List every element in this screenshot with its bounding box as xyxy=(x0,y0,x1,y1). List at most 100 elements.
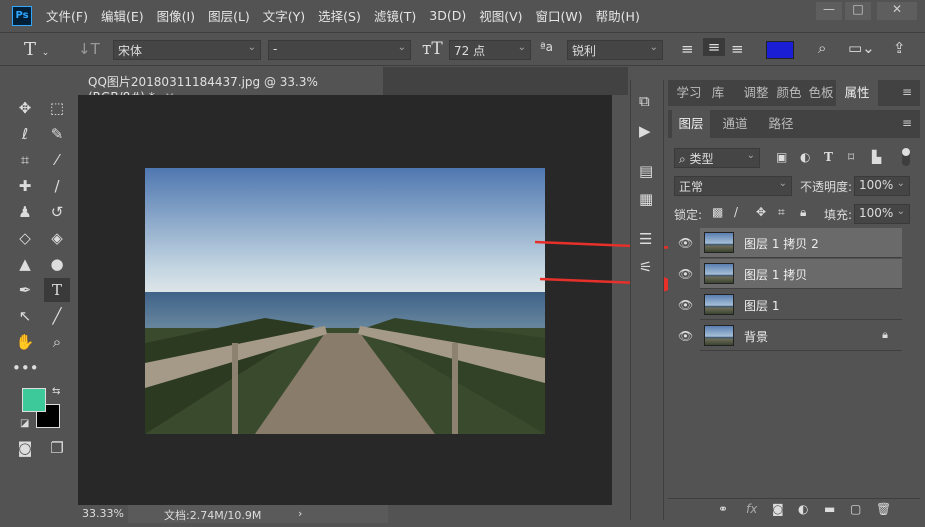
align-right-icon[interactable]: ≡ xyxy=(731,40,744,58)
chevron-right-icon[interactable]: › xyxy=(298,507,302,520)
tab-libraries[interactable]: 库 xyxy=(706,80,730,106)
menu-window[interactable]: 窗口(W) xyxy=(536,6,583,25)
tab-layers[interactable]: 图层 xyxy=(672,110,710,138)
document-image[interactable] xyxy=(145,168,545,434)
adjustment-layer-icon[interactable]: ◐ xyxy=(798,502,808,516)
type-tool-preset-icon[interactable]: T ⌄ xyxy=(24,39,49,60)
tab-learn[interactable]: 学习 xyxy=(674,80,704,106)
quick-select-tool-icon[interactable]: ✎ xyxy=(44,122,70,146)
menu-image[interactable]: 图像(I) xyxy=(157,6,195,25)
eraser-tool-icon[interactable]: ◇ xyxy=(12,226,38,250)
layer-row[interactable]: 图层 1 拷贝 2 xyxy=(700,228,902,258)
doc-info-area[interactable]: 文档:2.74M/10.9M › xyxy=(128,505,388,523)
lock-artboard-icon[interactable]: ⌗ xyxy=(778,205,785,220)
menu-file[interactable]: 文件(F) xyxy=(46,6,88,25)
new-group-icon[interactable]: ▬ xyxy=(824,502,835,516)
eyedropper-tool-icon[interactable]: ⁄ xyxy=(44,148,70,172)
tab-paths[interactable]: 路径 xyxy=(760,110,802,138)
layer-row[interactable]: 图层 1 xyxy=(700,290,902,320)
blend-mode-select[interactable]: 正常 ⌄ xyxy=(674,176,792,196)
layer-row[interactable]: 背景 🔒︎ xyxy=(700,321,902,351)
opacity-input[interactable]: 100% ⌄ xyxy=(854,176,910,196)
type-tool-icon[interactable]: T xyxy=(44,278,70,302)
tab-channels[interactable]: 通道 xyxy=(714,110,756,138)
filter-pixel-icon[interactable]: ▣ xyxy=(776,150,787,164)
filter-toggle[interactable] xyxy=(902,148,910,166)
share-icon[interactable]: ⇪ xyxy=(893,39,906,57)
crop-tool-icon[interactable]: ⌗ xyxy=(12,148,38,172)
workspace-icon[interactable]: ▭⌄ xyxy=(848,39,875,57)
layer-row[interactable]: 图层 1 拷贝 xyxy=(700,259,902,289)
menu-select[interactable]: 选择(S) xyxy=(318,6,361,25)
marquee-tool-icon[interactable]: ⬚ xyxy=(44,96,70,120)
actions-play-icon[interactable]: ▶ xyxy=(639,122,651,140)
layer-filter-select[interactable]: ⌕ 类型 ⌄ xyxy=(674,148,760,168)
filter-smart-object-icon[interactable]: ▙ xyxy=(872,150,881,164)
close-button[interactable]: ✕ xyxy=(877,2,917,20)
blur-tool-icon[interactable]: ▲ xyxy=(12,252,38,276)
zoom-level[interactable]: 33.33% xyxy=(82,507,124,520)
filter-adjustment-icon[interactable]: ◐ xyxy=(800,150,810,164)
panel-menu-icon[interactable]: ≡ xyxy=(902,116,912,130)
foreground-color-swatch[interactable] xyxy=(22,388,46,412)
visibility-eye-icon[interactable]: 👁︎ xyxy=(678,267,693,281)
hand-tool-icon[interactable]: ✋ xyxy=(12,330,38,354)
menu-filter[interactable]: 滤镜(T) xyxy=(374,6,416,25)
font-size-select[interactable]: 72 点 ⌄ xyxy=(449,40,531,60)
align-center-icon[interactable]: ≡ xyxy=(703,38,725,56)
default-colors-icon[interactable]: ◪ xyxy=(20,418,29,429)
font-style-select[interactable]: - ⌄ xyxy=(268,40,411,60)
menu-help[interactable]: 帮助(H) xyxy=(596,6,640,25)
search-icon[interactable]: ⌕ xyxy=(818,39,826,57)
line-tool-icon[interactable]: ╱ xyxy=(44,304,70,328)
fill-input[interactable]: 100% ⌄ xyxy=(854,204,910,224)
move-tool-icon[interactable]: ✥ xyxy=(12,96,38,120)
path-select-tool-icon[interactable]: ↖ xyxy=(12,304,38,328)
fx-icon[interactable]: fx xyxy=(746,502,757,516)
tab-swatches[interactable]: 色板 xyxy=(806,80,836,106)
antialias-select[interactable]: 锐利 ⌄ xyxy=(567,40,663,60)
more-tools-icon[interactable]: ••• xyxy=(12,356,39,380)
paint-bucket-tool-icon[interactable]: ◈ xyxy=(44,226,70,250)
lock-position-icon[interactable]: ✥ xyxy=(756,205,766,219)
menu-layer[interactable]: 图层(L) xyxy=(208,6,250,25)
panel-menu-icon[interactable]: ≡ xyxy=(902,85,912,99)
lasso-tool-icon[interactable]: ℓ xyxy=(12,122,38,146)
maximize-button[interactable]: □ xyxy=(845,2,871,20)
history-brush-tool-icon[interactable]: ↺ xyxy=(44,200,70,224)
add-mask-icon[interactable]: ◙ xyxy=(772,502,784,516)
new-layer-icon[interactable]: ▢ xyxy=(850,502,861,516)
filter-shape-icon[interactable]: ⌑ xyxy=(848,150,854,164)
healing-brush-tool-icon[interactable]: ✚ xyxy=(12,174,38,198)
document-tab[interactable]: QQ图片20180311184437.jpg @ 33.3%(RGB/8#) *… xyxy=(78,67,383,104)
menu-3d[interactable]: 3D(D) xyxy=(429,8,466,23)
visibility-eye-icon[interactable]: 👁︎ xyxy=(678,236,693,250)
lock-transparent-icon[interactable]: ▩ xyxy=(712,205,723,219)
visibility-eye-icon[interactable]: 👁︎ xyxy=(678,298,693,312)
menu-edit[interactable]: 编辑(E) xyxy=(101,6,144,25)
filter-type-icon[interactable]: T xyxy=(824,150,833,164)
tab-properties[interactable]: 属性 xyxy=(836,80,878,106)
adjustments-icon[interactable]: ⚟ xyxy=(639,258,652,276)
dodge-tool-icon[interactable]: ● xyxy=(44,252,70,276)
clone-stamp-tool-icon[interactable]: ♟ xyxy=(12,200,38,224)
link-layers-icon[interactable]: ⚭ xyxy=(718,502,728,516)
tab-color[interactable]: 颜色 xyxy=(774,80,804,106)
properties-icon[interactable]: ▤ xyxy=(639,162,653,180)
delete-layer-icon[interactable]: 🗑︎ xyxy=(876,502,891,516)
minimize-button[interactable]: — xyxy=(816,2,842,20)
swap-colors-icon[interactable]: ⇆ xyxy=(52,386,60,397)
brush-settings-icon[interactable]: ☰ xyxy=(639,230,652,248)
toggle-orientation-icon[interactable]: ↓T xyxy=(78,40,100,58)
menu-view[interactable]: 视图(V) xyxy=(479,6,522,25)
menu-type[interactable]: 文字(Y) xyxy=(263,6,305,25)
lock-all-icon[interactable]: 🔒︎ xyxy=(800,205,806,220)
brush-tool-icon[interactable]: / xyxy=(44,174,70,198)
text-color-swatch[interactable] xyxy=(766,41,794,59)
align-left-icon[interactable]: ≡ xyxy=(681,40,694,58)
history-icon[interactable]: ⧉ xyxy=(639,92,650,110)
notes-icon[interactable]: ▦ xyxy=(639,190,653,208)
pen-tool-icon[interactable]: ✒ xyxy=(12,278,38,302)
zoom-tool-icon[interactable]: ⌕ xyxy=(44,330,70,354)
tab-adjustments[interactable]: 调整 xyxy=(740,80,772,106)
